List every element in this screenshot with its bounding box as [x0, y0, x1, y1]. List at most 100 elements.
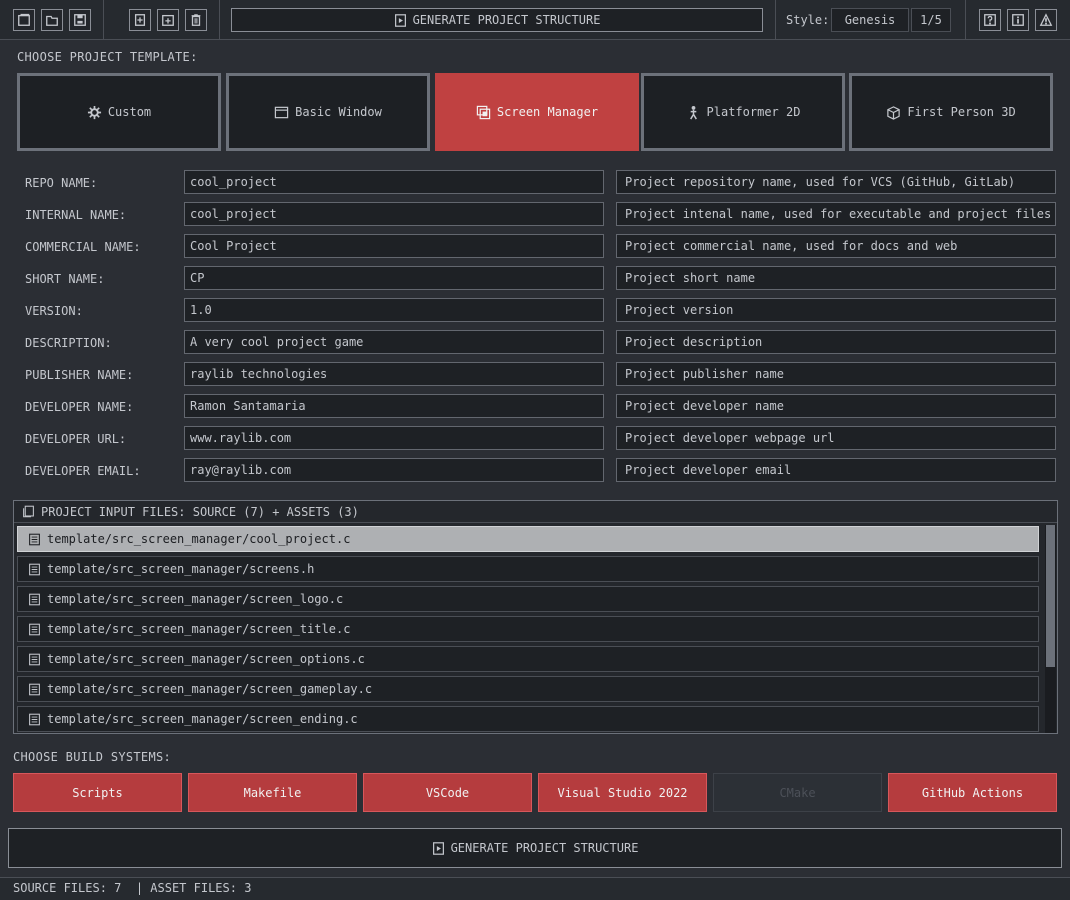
repo-name-description: Project repository name, used for VCS (G… [616, 170, 1056, 194]
developer-url-field[interactable]: www.raylib.com [184, 426, 604, 450]
open-file-button[interactable] [41, 9, 63, 31]
player-icon [689, 105, 697, 119]
version-description: Project version [616, 298, 1056, 322]
status-text: SOURCE FILES: 7 | ASSET FILES: 3 [13, 881, 252, 895]
template-section-title: CHOOSE PROJECT TEMPLATE: [17, 50, 198, 64]
developer-email-description: Project developer email [616, 458, 1056, 482]
publisher-name-description: Project publisher name [616, 362, 1056, 386]
input-files-header: PROJECT INPUT FILES: SOURCE (7) + ASSETS… [14, 501, 1057, 523]
delete-button[interactable] [185, 9, 207, 31]
template-screen-manager[interactable]: Screen Manager [435, 73, 639, 151]
developer-name-description: Project developer name [616, 394, 1056, 418]
help-icon [984, 14, 996, 26]
save-file-button[interactable] [69, 9, 91, 31]
developer-url-description: Project developer webpage url [616, 426, 1056, 450]
repo-name-label: REPO NAME: [25, 176, 98, 190]
build-label: Makefile [243, 785, 302, 800]
build-label: VSCode [425, 785, 470, 800]
build-makefile-toggle[interactable]: Makefile [188, 773, 357, 812]
template-label: Platformer 2D [706, 105, 801, 119]
commercial-name-field[interactable]: Cool Project [184, 234, 604, 258]
files-icon [23, 505, 34, 518]
description-field[interactable]: A very cool project game [184, 330, 604, 354]
screens-icon [476, 105, 491, 119]
new-file-icon [18, 13, 30, 26]
build-github-actions-toggle[interactable]: GitHub Actions [888, 773, 1057, 812]
build-vscode-toggle[interactable]: VSCode [363, 773, 532, 812]
file-item[interactable]: template/src_screen_manager/screen_endin… [17, 706, 1039, 732]
developer-email-field[interactable]: ray@raylib.com [184, 458, 604, 482]
save-icon [74, 14, 86, 26]
new-file-button[interactable] [13, 9, 35, 31]
help-button[interactable] [979, 9, 1001, 31]
template-label: First Person 3D [907, 105, 1016, 119]
internal-name-description: Project intenal name, used for executabl… [616, 202, 1056, 226]
folder-add-icon [162, 14, 174, 26]
template-platformer-2d[interactable]: Platformer 2D [641, 73, 845, 151]
build-cmake-toggle[interactable]: CMake [713, 773, 882, 812]
style-selector[interactable]: Genesis [831, 8, 909, 32]
short-name-label: SHORT NAME: [25, 272, 105, 286]
file-item[interactable]: template/src_screen_manager/screen_optio… [17, 646, 1039, 672]
template-label: Custom [107, 105, 152, 119]
file-path: template/src_screen_manager/screens.h [47, 562, 315, 576]
window-icon [274, 106, 289, 118]
about-button[interactable] [1007, 9, 1029, 31]
generate-top-label: GENERATE PROJECT STRUCTURE [412, 13, 601, 27]
file-add-icon [134, 14, 146, 26]
play-file-icon [432, 841, 444, 855]
version-field[interactable]: 1.0 [184, 298, 604, 322]
generate-bottom-button[interactable]: GENERATE PROJECT STRUCTURE [8, 828, 1062, 868]
files-scrollbar[interactable] [1045, 525, 1056, 733]
style-page-spinner[interactable]: 1/5 [911, 8, 951, 32]
input-files-title: PROJECT INPUT FILES: SOURCE (7) + ASSETS… [41, 504, 359, 519]
publisher-name-field[interactable]: raylib technologies [184, 362, 604, 386]
file-item[interactable]: template/src_screen_manager/screen_title… [17, 616, 1039, 642]
file-text-icon [29, 563, 40, 575]
file-path: template/src_screen_manager/screen_endin… [47, 712, 358, 726]
template-basic-window[interactable]: Basic Window [226, 73, 430, 151]
file-item[interactable]: template/src_screen_manager/cool_project… [17, 526, 1039, 552]
repo-name-field[interactable]: cool_project [184, 170, 604, 194]
file-item[interactable]: template/src_screen_manager/screen_logo.… [17, 586, 1039, 612]
short-name-description: Project short name [616, 266, 1056, 290]
developer-email-label: DEVELOPER EMAIL: [25, 464, 141, 478]
internal-name-label: INTERNAL NAME: [25, 208, 127, 222]
internal-name-field[interactable]: cool_project [184, 202, 604, 226]
file-text-icon [29, 623, 40, 635]
build-label: Scripts [72, 785, 123, 800]
file-item[interactable]: template/src_screen_manager/screen_gamep… [17, 676, 1039, 702]
build-visual-studio-toggle[interactable]: Visual Studio 2022 [538, 773, 707, 812]
status-bar: SOURCE FILES: 7 | ASSET FILES: 3 [0, 877, 1070, 900]
file-text-icon [29, 653, 40, 665]
build-label: GitHub Actions [921, 785, 1024, 800]
generate-bottom-label: GENERATE PROJECT STRUCTURE [450, 841, 639, 855]
files-scrollbar-thumb[interactable] [1046, 525, 1055, 667]
gear-icon [87, 105, 101, 119]
file-text-icon [29, 593, 40, 605]
generate-top-button[interactable]: GENERATE PROJECT STRUCTURE [231, 8, 763, 32]
template-label: Basic Window [295, 105, 382, 119]
file-path: template/src_screen_manager/screen_gamep… [47, 682, 373, 696]
build-scripts-toggle[interactable]: Scripts [13, 773, 182, 812]
file-item[interactable]: template/src_screen_manager/screens.h [17, 556, 1039, 582]
file-path: template/src_screen_manager/cool_project… [47, 532, 351, 546]
short-name-field[interactable]: CP [184, 266, 604, 290]
build-label: CMake [779, 785, 816, 800]
file-path: template/src_screen_manager/screen_title… [47, 622, 351, 636]
warning-icon [1039, 13, 1053, 26]
file-text-icon [29, 683, 40, 695]
style-label: Style: [786, 13, 830, 27]
issue-button[interactable] [1035, 9, 1057, 31]
template-first-person-3d[interactable]: First Person 3D [849, 73, 1053, 151]
input-files-panel: PROJECT INPUT FILES: SOURCE (7) + ASSETS… [13, 500, 1058, 734]
file-path: template/src_screen_manager/screen_optio… [47, 652, 365, 666]
style-page: 1/5 [920, 13, 942, 27]
template-custom[interactable]: Custom [17, 73, 221, 151]
developer-name-field[interactable]: Ramon Santamaria [184, 394, 604, 418]
file-text-icon [29, 713, 40, 725]
build-section-title: CHOOSE BUILD SYSTEMS: [13, 750, 172, 764]
publisher-name-label: PUBLISHER NAME: [25, 368, 134, 382]
add-file-button[interactable] [129, 9, 151, 31]
add-folder-button[interactable] [157, 9, 179, 31]
